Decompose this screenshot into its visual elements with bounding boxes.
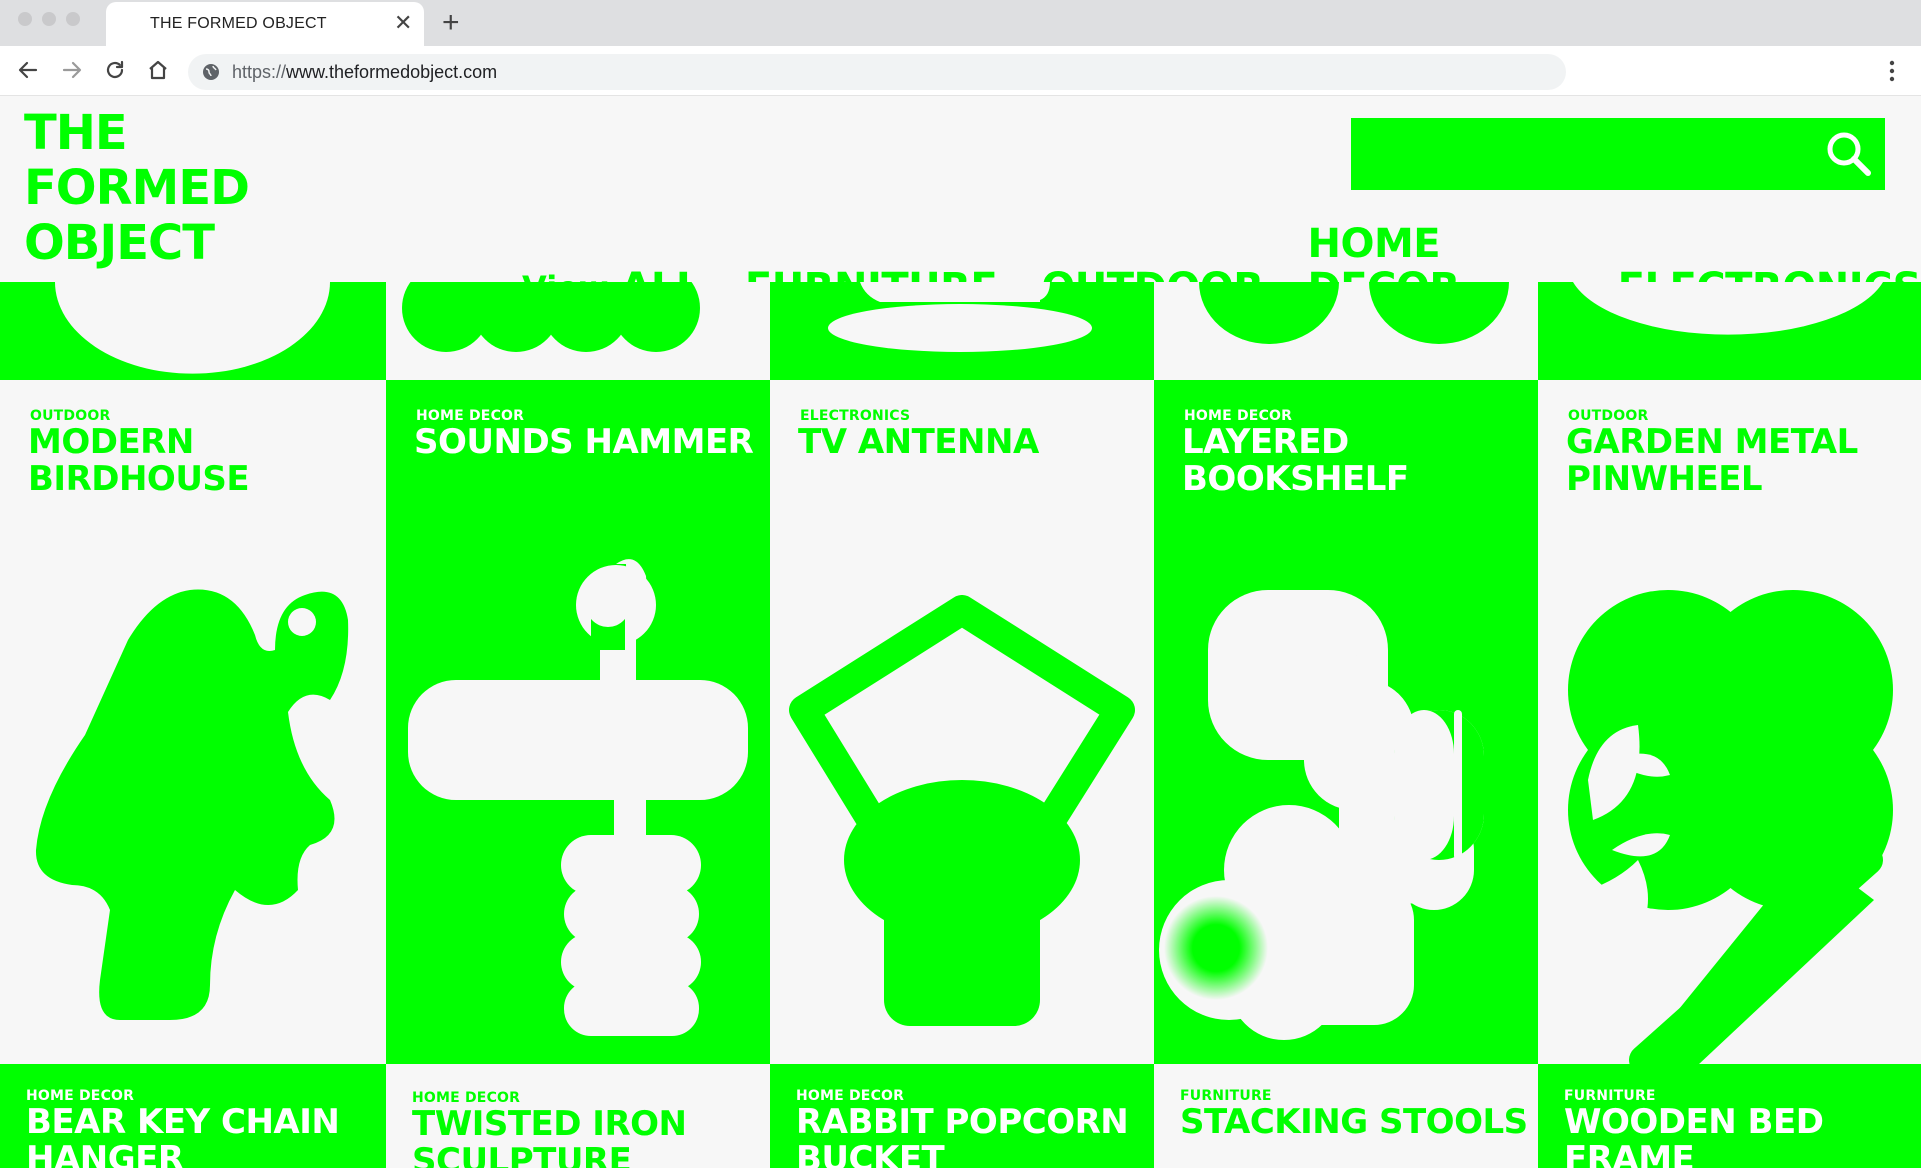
hammer-icon [408, 559, 748, 1036]
partial-shape-icon [55, 282, 330, 374]
product-card[interactable]: HOME DECOR SOUNDS HAMMER [386, 380, 770, 1064]
product-name: WOODEN BED FRAME [1564, 1102, 1824, 1168]
home-icon[interactable] [144, 56, 172, 84]
bookshelf-icon [1159, 590, 1484, 1040]
partial-shape-icon [1199, 282, 1509, 344]
site-logo[interactable]: THE FORMED OBJECT [24, 105, 250, 271]
url-text: https://www.theformedobject.com [232, 62, 497, 83]
product-card[interactable]: OUTDOOR MODERN BIRDHOUSE [0, 380, 386, 1064]
product-card-partial[interactable]: HOME DECOR RABBIT POPCORN BUCKET [770, 1064, 1154, 1168]
product-card-partial[interactable] [386, 282, 770, 380]
partial-shape-icon [828, 282, 1092, 352]
birdhouse-icon [35, 589, 349, 1020]
product-card-partial[interactable] [770, 282, 1154, 380]
search-icon[interactable] [1825, 130, 1873, 178]
close-window-dot[interactable] [18, 12, 32, 26]
globe-icon [203, 64, 219, 80]
product-card-partial[interactable]: FURNITURE STACKING STOOLS [1154, 1064, 1538, 1168]
product-name: BEAR KEY CHAIN HANGER [26, 1102, 340, 1168]
product-card-partial[interactable]: FURNITURE WOODEN BED FRAME [1538, 1064, 1921, 1168]
logo-line: THE [24, 105, 128, 161]
browser-chrome: THE FORMED OBJECT ✕ + https://www.thefor… [0, 0, 1921, 96]
product-card-partial[interactable]: HOME DECOR TWISTED IRON SCULPTURE [386, 1064, 770, 1168]
product-card-partial[interactable] [1154, 282, 1538, 380]
minimize-window-dot[interactable] [42, 12, 56, 26]
web-page: THE FORMED OBJECT View ALL FURNITURE OUT… [0, 96, 1921, 1168]
logo-line: FORMED [24, 160, 250, 216]
product-card[interactable]: OUTDOOR GARDEN METAL PINWHEEL [1538, 380, 1921, 1064]
url-host: www.theformedobject.com [286, 62, 498, 82]
partial-shape-icon [402, 282, 700, 352]
tab-title: THE FORMED OBJECT [150, 15, 327, 32]
forward-icon[interactable] [58, 56, 86, 84]
antenna-icon [789, 595, 1135, 1026]
browser-toolbar: https://www.theformedobject.com [0, 46, 1921, 96]
product-card-partial[interactable] [0, 282, 386, 380]
browser-menu-icon[interactable] [1880, 58, 1904, 84]
pinwheel-icon [1568, 590, 1893, 1064]
product-card-partial[interactable]: HOME DECOR BEAR KEY CHAIN HANGER [0, 1064, 386, 1168]
maximize-window-dot[interactable] [66, 12, 80, 26]
logo-line: OBJECT [24, 215, 215, 271]
search-bar[interactable] [1351, 118, 1885, 190]
product-card[interactable]: HOME DECOR LAYERED BOOKSHELF [1154, 380, 1538, 1064]
browser-tab[interactable]: THE FORMED OBJECT ✕ [106, 2, 424, 46]
partial-shape-icon [1573, 282, 1883, 335]
product-name: TWISTED IRON SCULPTURE [412, 1104, 687, 1168]
url-scheme: https:// [232, 62, 287, 82]
product-card-partial[interactable] [1538, 282, 1921, 380]
tab-strip: THE FORMED OBJECT ✕ + [0, 0, 1921, 46]
address-bar[interactable]: https://www.theformedobject.com [188, 54, 1566, 90]
product-card[interactable]: ELECTRONICS TV ANTENNA [770, 380, 1154, 1064]
product-name: RABBIT POPCORN BUCKET [796, 1102, 1129, 1168]
new-tab-icon[interactable]: + [442, 6, 460, 40]
window-controls [18, 12, 80, 26]
reload-icon[interactable] [101, 56, 129, 84]
close-tab-icon[interactable]: ✕ [394, 10, 412, 36]
back-icon[interactable] [14, 56, 42, 84]
product-name: STACKING STOOLS [1180, 1102, 1528, 1142]
